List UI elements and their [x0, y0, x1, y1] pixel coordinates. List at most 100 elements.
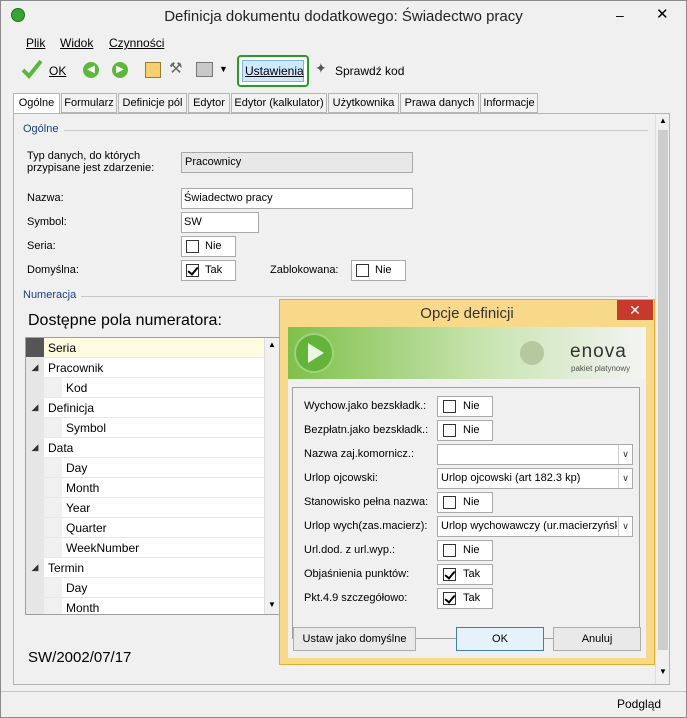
settings-button[interactable]: Ustawienia — [237, 55, 309, 87]
tree-row-label: WeekNumber — [66, 541, 140, 555]
dialog-ok-button[interactable]: OK — [456, 627, 544, 651]
scroll-down-icon[interactable]: ▼ — [659, 667, 667, 676]
tab-uzytkownika[interactable]: Użytkownika — [328, 93, 399, 113]
scroll-up-icon[interactable]: ▲ — [659, 116, 667, 125]
status-bar: Podgląd — [1, 691, 686, 717]
chevron-down-icon[interactable]: ∨ — [618, 469, 632, 488]
tree-row[interactable]: Day — [26, 578, 264, 598]
menu-plik[interactable]: Plik — [26, 36, 45, 50]
tree-row-label: Pracownik — [48, 361, 104, 375]
print-icon[interactable] — [196, 62, 213, 77]
menu-czynnosci[interactable]: Czynności — [109, 36, 164, 50]
back-icon[interactable]: ◀ — [83, 62, 99, 78]
dialog-option-label: Wychow.jako bezskładk.: — [304, 400, 427, 412]
tab-edytor[interactable]: Edytor — [188, 93, 230, 113]
settings-label: Ustawienia — [245, 64, 304, 78]
numerator-fields-tree[interactable]: Seria ◢ Pracownik Kod ◢ Definicja Symbol ◢ Data D… — [25, 337, 280, 615]
collapse-icon[interactable]: ◢ — [26, 398, 44, 417]
tab-edytor-kalkulator[interactable]: Edytor (kalkulator) — [231, 93, 327, 113]
close-icon[interactable]: ✕ — [656, 5, 669, 23]
wand-icon[interactable]: ✦ — [315, 60, 327, 77]
collapse-icon[interactable]: ◢ — [26, 358, 44, 377]
tree-row-label: Kod — [66, 381, 88, 395]
chevron-down-icon[interactable]: ∨ — [618, 445, 632, 464]
menu-widok[interactable]: Widok — [60, 36, 93, 50]
dialog-option-checkbox[interactable] — [443, 424, 456, 437]
row-gutter — [44, 518, 62, 537]
tree-row-label: Termin — [48, 561, 85, 575]
default-checkbox-field[interactable]: Tak — [181, 260, 236, 281]
tree-row[interactable]: Year — [26, 498, 264, 518]
dialog-option-combo[interactable]: Urlop wychowawczy (ur.macierzyńsk ∨ — [437, 516, 633, 537]
series-checkbox-field[interactable]: Nie — [181, 236, 236, 257]
dialog-option-label: Urlop wych(zas.macierz): — [304, 520, 428, 532]
dialog-option-checkbox-field[interactable]: Nie — [437, 492, 493, 513]
dialog-close-icon[interactable]: ✕ — [617, 300, 653, 320]
tree-row[interactable]: Month — [26, 598, 264, 614]
tree-row[interactable]: ◢ Termin — [26, 558, 264, 578]
dialog-option-checkbox-field[interactable]: Tak — [437, 564, 493, 585]
tab-informacje[interactable]: Informacje — [480, 93, 538, 113]
tree-scroll-up-icon[interactable]: ▲ — [268, 340, 276, 349]
tree-row[interactable]: ◢ Pracownik — [26, 358, 264, 378]
blocked-checkbox[interactable] — [356, 264, 369, 277]
dialog-title: Opcje definicji — [420, 305, 514, 322]
collapse-icon[interactable]: ◢ — [26, 558, 44, 577]
minimize-icon[interactable]: – — [616, 7, 630, 23]
tree-row[interactable]: Day — [26, 458, 264, 478]
blocked-checkbox-field[interactable]: Nie — [351, 260, 406, 281]
dialog-option-combo[interactable]: ∨ — [437, 444, 633, 465]
play-logo-triangle-icon — [308, 343, 324, 363]
tree-scroll-down-icon[interactable]: ▼ — [268, 600, 276, 609]
tree-icon[interactable] — [145, 62, 161, 78]
dialog-cancel-button[interactable]: Anuluj — [553, 627, 641, 651]
dialog-option-combo[interactable]: Urlop ojcowski (art 182.3 kp) ∨ — [437, 468, 633, 489]
print-dropdown-icon[interactable]: ▼ — [219, 64, 228, 74]
default-value: Tak — [205, 264, 223, 276]
dialog-option-checkbox-field[interactable]: Nie — [437, 540, 493, 561]
tab-definicje-pol[interactable]: Definicje pól — [118, 93, 187, 113]
series-checkbox[interactable] — [186, 240, 199, 253]
dialog-option-checkbox-field[interactable]: Tak — [437, 588, 493, 609]
tree-row-label: Year — [66, 501, 91, 515]
panel-scrollbar[interactable]: ▲ ▼ — [655, 114, 669, 684]
dialog-option-value: Tak — [463, 568, 481, 580]
dialog-option-checkbox[interactable] — [443, 568, 456, 581]
toolbar: OK ◀ ▶ ⚒ ▼ Ustawienia ✦ Sprawdź kod — [9, 55, 681, 87]
name-field[interactable]: Świadectwo pracy — [181, 188, 413, 209]
default-checkbox[interactable] — [186, 264, 199, 277]
tree-row[interactable]: Month — [26, 478, 264, 498]
name-label: Nazwa: — [27, 192, 64, 204]
tree-row[interactable]: Symbol — [26, 418, 264, 438]
tools-icon[interactable]: ⚒ — [169, 59, 182, 77]
dialog-option-label: Nazwa zaj.komornicz.: — [304, 448, 415, 460]
numbering-divider — [81, 296, 648, 297]
collapse-icon[interactable]: ◢ — [26, 438, 44, 457]
tree-row[interactable]: ◢ Definicja — [26, 398, 264, 418]
dialog-option-checkbox[interactable] — [443, 544, 456, 557]
tree-row[interactable]: ◢ Data — [26, 438, 264, 458]
tree-scrollbar[interactable]: ▲ ▼ — [264, 338, 279, 614]
ok-button[interactable]: OK — [49, 64, 66, 78]
scroll-thumb[interactable] — [658, 130, 668, 650]
tab-formularz[interactable]: Formularz — [61, 93, 117, 113]
tab-ogolne[interactable]: Ogólne — [13, 93, 60, 114]
row-gutter — [44, 578, 62, 597]
tree-row[interactable]: Kod — [26, 378, 264, 398]
symbol-field[interactable]: SW — [181, 212, 259, 233]
preview-label[interactable]: Podgląd — [617, 697, 661, 711]
dialog-option-checkbox[interactable] — [443, 496, 456, 509]
set-default-button[interactable]: Ustaw jako domyślne — [293, 627, 416, 651]
tree-row[interactable]: WeekNumber — [26, 538, 264, 558]
forward-icon[interactable]: ▶ — [112, 62, 128, 78]
tree-row[interactable]: Quarter — [26, 518, 264, 538]
ok-check-icon[interactable] — [21, 58, 43, 79]
check-code-button[interactable]: Sprawdź kod — [335, 64, 404, 78]
tab-prawa-danych[interactable]: Prawa danych — [400, 93, 479, 113]
dialog-option-checkbox[interactable] — [443, 592, 456, 605]
dialog-option-checkbox[interactable] — [443, 400, 456, 413]
chevron-down-icon[interactable]: ∨ — [618, 517, 632, 536]
dialog-option-checkbox-field[interactable]: Nie — [437, 420, 493, 441]
dialog-option-checkbox-field[interactable]: Nie — [437, 396, 493, 417]
tree-row[interactable]: Seria — [26, 338, 264, 358]
